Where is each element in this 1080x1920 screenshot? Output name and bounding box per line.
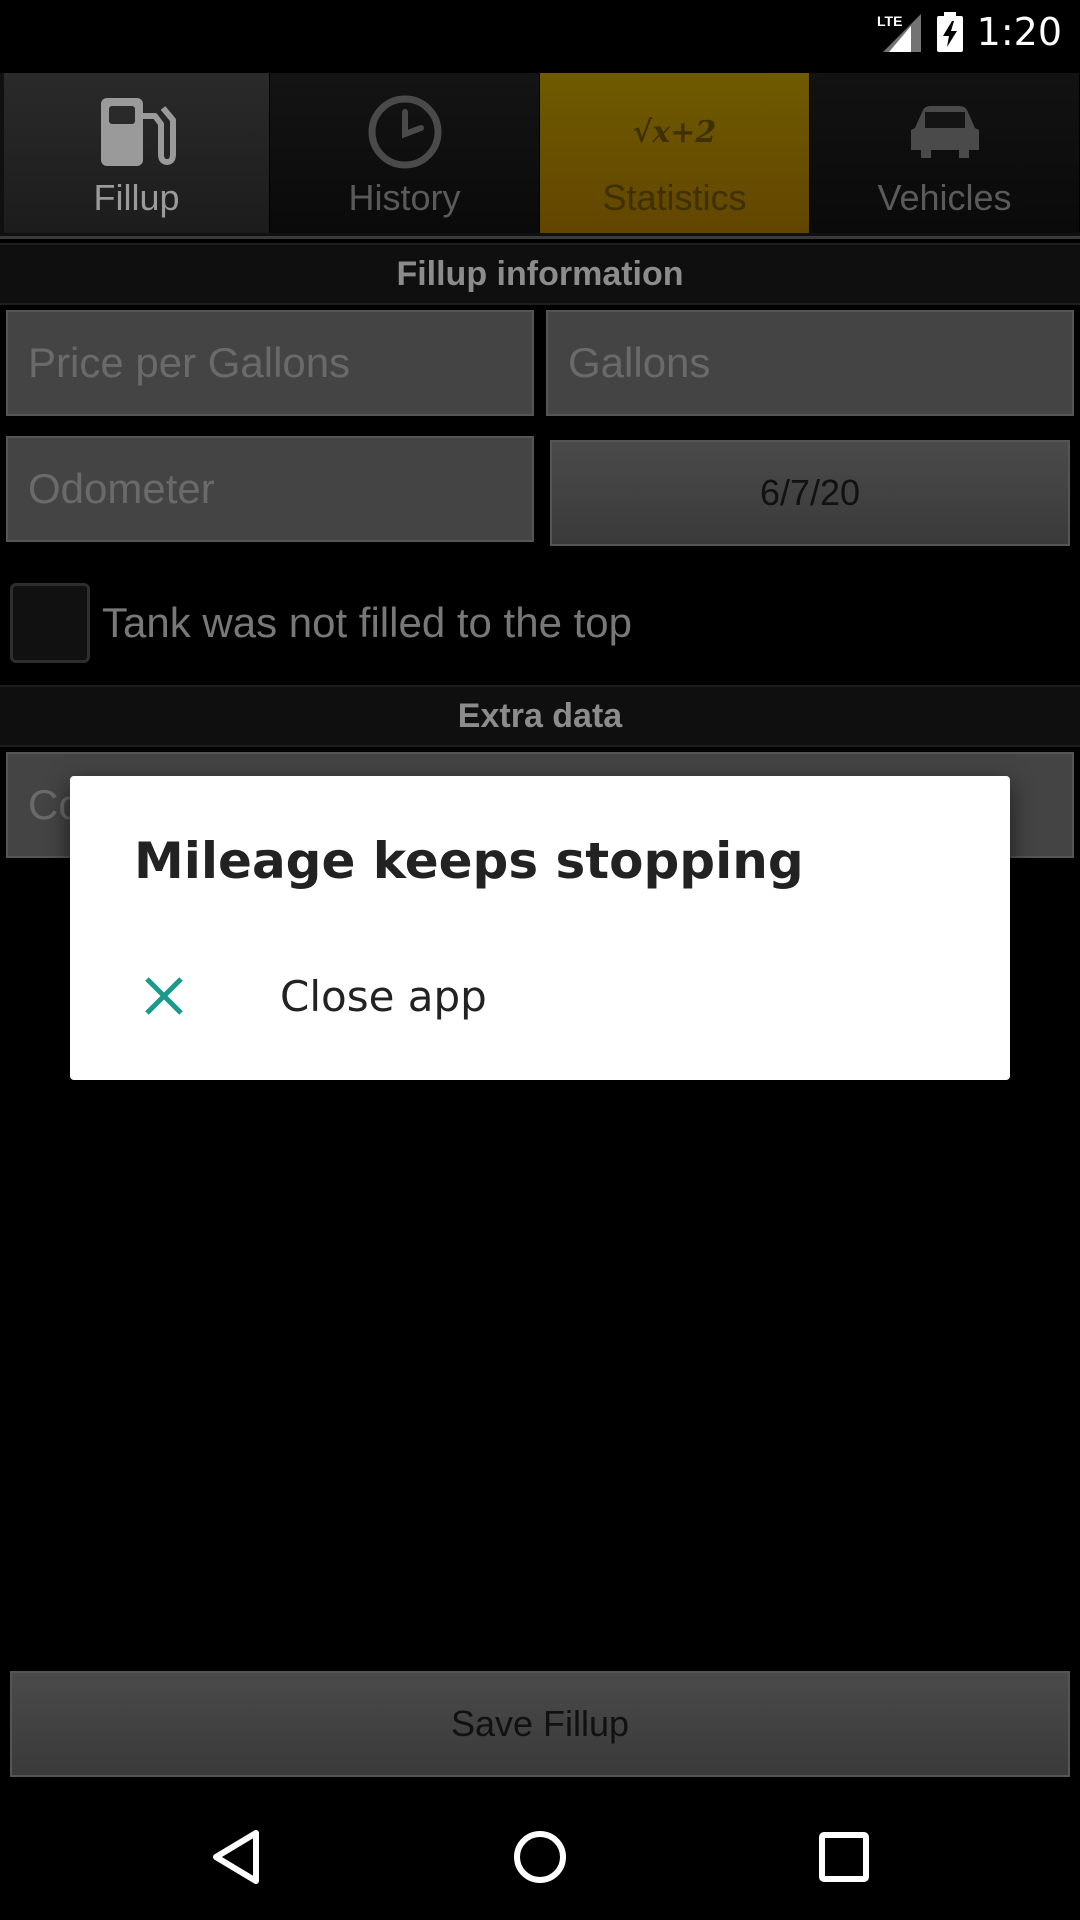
gallons-input[interactable]: Gallons: [546, 310, 1074, 416]
battery-charging-icon: [936, 12, 963, 52]
tab-vehicles-label: Vehicles: [877, 177, 1012, 218]
status-icons: LTE 1:20: [875, 8, 1062, 56]
home-icon[interactable]: [504, 1821, 576, 1893]
tab-statistics-label: Statistics: [602, 177, 747, 218]
lte-signal-icon: LTE: [875, 10, 923, 54]
car-icon: [905, 93, 985, 171]
tab-fillup[interactable]: Fillup: [4, 73, 270, 233]
tab-history[interactable]: History: [270, 73, 540, 233]
save-fillup-button[interactable]: Save Fillup: [10, 1671, 1070, 1777]
partial-fill-row[interactable]: Tank was not filled to the top: [10, 583, 632, 663]
dialog-title: Mileage keeps stopping: [134, 832, 804, 890]
status-bar: LTE 1:20: [0, 0, 1080, 63]
navigation-bar: [0, 1791, 1080, 1920]
tab-bar: Fillup History √x+2 Statistics Vehicles: [0, 73, 1080, 239]
date-button[interactable]: 6/7/20: [550, 440, 1070, 546]
close-icon: [145, 977, 183, 1015]
odometer-input[interactable]: Odometer: [6, 436, 534, 542]
svg-text:LTE: LTE: [877, 13, 902, 29]
recents-icon[interactable]: [808, 1821, 880, 1893]
close-app-label: Close app: [280, 971, 487, 1021]
tab-history-label: History: [348, 177, 461, 218]
fuel-pump-icon: [97, 93, 177, 171]
status-time: 1:20: [976, 10, 1062, 54]
extra-data-header: Extra data: [0, 685, 1080, 747]
price-per-gallon-input[interactable]: Price per Gallons: [6, 310, 534, 416]
partial-fill-checkbox[interactable]: [10, 583, 90, 663]
app-crash-dialog: Mileage keeps stopping Close app: [70, 776, 1010, 1080]
tab-fillup-label: Fillup: [93, 177, 180, 218]
tab-statistics[interactable]: √x+2 Statistics: [540, 73, 810, 233]
sqrt-formula-icon: √x+2: [632, 114, 717, 150]
fillup-info-header: Fillup information: [0, 243, 1080, 305]
tab-vehicles[interactable]: Vehicles: [810, 73, 1080, 233]
partial-fill-label: Tank was not filled to the top: [102, 599, 632, 646]
clock-icon: [367, 93, 443, 171]
close-app-button[interactable]: Close app: [70, 936, 1010, 1056]
back-icon[interactable]: [200, 1821, 272, 1893]
